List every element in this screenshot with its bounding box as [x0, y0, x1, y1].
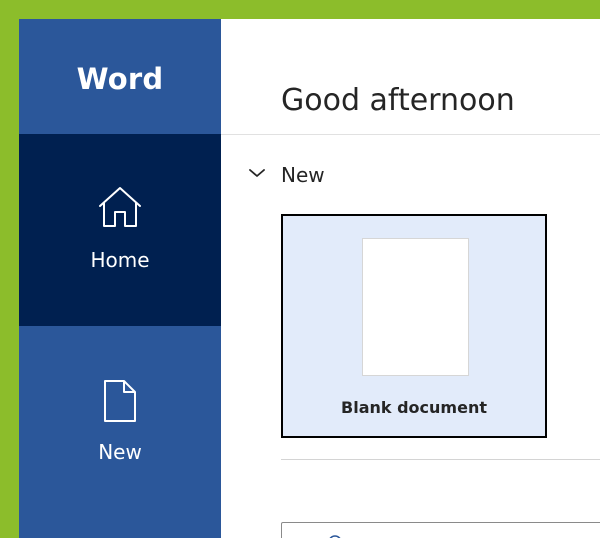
search-input[interactable] — [281, 522, 600, 538]
document-thumbnail — [362, 238, 469, 376]
sidebar-item-label: New — [98, 440, 142, 464]
sidebar-item-home[interactable]: Home — [19, 134, 221, 326]
home-icon — [98, 186, 142, 232]
new-document-icon — [103, 379, 137, 427]
page-title: Good afternoon — [281, 83, 515, 118]
main-content: Good afternoon New Blank document — [221, 19, 600, 538]
template-label: Blank document — [341, 398, 487, 417]
sidebar-item-new[interactable]: New — [19, 326, 221, 518]
section-divider — [281, 459, 600, 460]
blank-document-template[interactable]: Blank document — [281, 214, 547, 438]
section-title-new: New — [281, 163, 325, 187]
sidebar-item-label: Home — [90, 248, 150, 272]
app-window: Word Home New Good afternoon New Blank d… — [19, 19, 600, 538]
app-title: Word — [76, 61, 164, 96]
sidebar: Word Home New — [19, 19, 221, 538]
chevron-down-icon[interactable] — [245, 161, 269, 185]
header-divider — [221, 134, 600, 135]
